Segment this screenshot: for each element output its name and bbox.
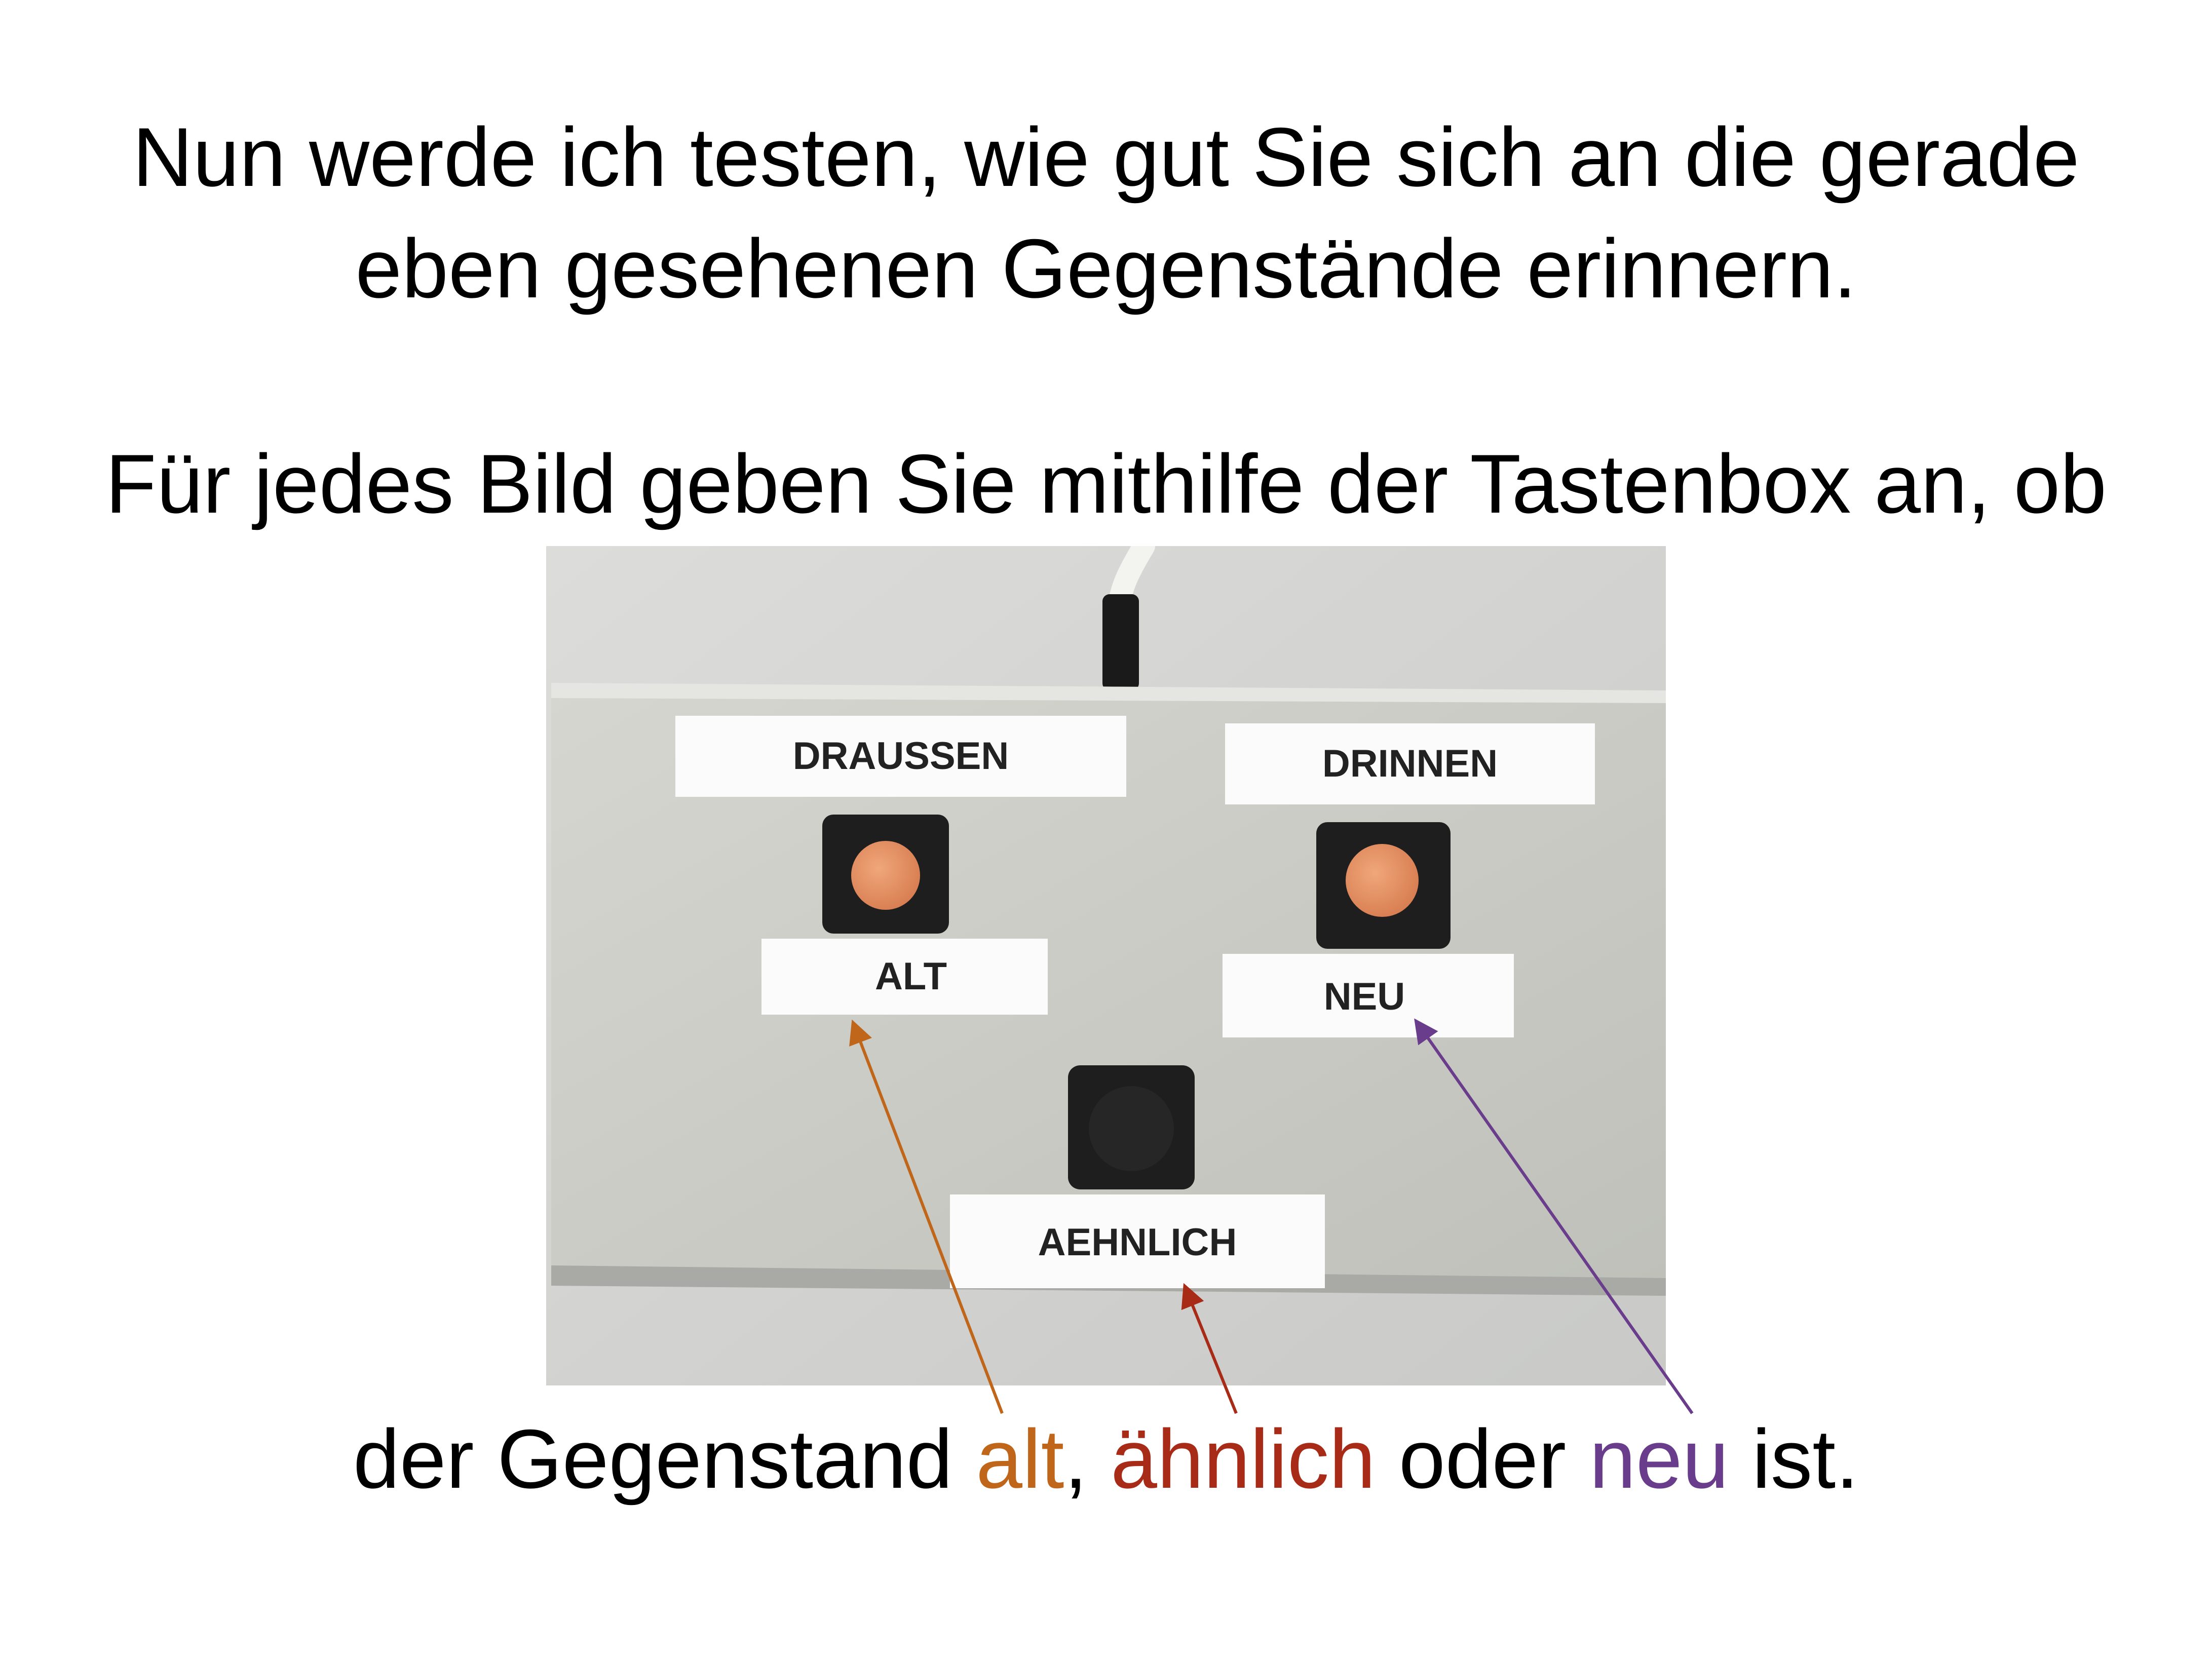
button-drinnen-neu[interactable] [1316, 822, 1451, 949]
bottom-prefix: der Gegenstand [353, 1412, 976, 1506]
label-neu: NEU [1223, 954, 1514, 1037]
button-aehnlich[interactable] [1068, 1065, 1195, 1189]
instruction-text: Für jedes Bild geben Sie mithilfe der Ta… [105, 437, 2107, 530]
label-neu-text: NEU [1324, 975, 1405, 1018]
answer-options-text: der Gegenstand alt, ähnlich oder neu ist… [0, 1403, 2212, 1515]
label-aehnlich: AEHNLICH [950, 1194, 1325, 1288]
keyword-aehnlich: ähnlich [1111, 1412, 1376, 1506]
button-box-illustration: DRAUSSEN DRINNEN ALT NEU AEHNLICH [546, 546, 1666, 1385]
intro-text: Nun werde ich testen, wie gut Sie sich a… [0, 101, 2212, 324]
label-alt-text: ALT [875, 955, 947, 998]
label-alt: ALT [761, 939, 1048, 1015]
intro-line-1: Nun werde ich testen, wie gut Sie sich a… [132, 110, 2080, 204]
label-draussen: DRAUSSEN [675, 716, 1126, 797]
label-drinnen: DRINNEN [1225, 723, 1595, 804]
keyword-neu: neu [1589, 1412, 1729, 1506]
button-draussen-alt[interactable] [822, 815, 949, 934]
label-aehnlich-text: AEHNLICH [1038, 1221, 1237, 1264]
label-draussen-text: DRAUSSEN [793, 735, 1009, 778]
intro-line-2: eben gesehenen Gegenstände erinnern. [355, 222, 1857, 315]
bottom-middle: oder [1376, 1412, 1589, 1506]
button-box-photo: DRAUSSEN DRINNEN ALT NEU AEHNLICH [546, 546, 1666, 1385]
orange-button-icon [1346, 844, 1419, 917]
label-drinnen-text: DRINNEN [1322, 742, 1498, 785]
orange-button-icon [851, 841, 920, 910]
black-button-icon [1089, 1086, 1174, 1171]
bottom-suffix: ist. [1729, 1412, 1859, 1506]
keyword-alt: alt [976, 1412, 1064, 1506]
bottom-separator: , [1064, 1412, 1111, 1506]
